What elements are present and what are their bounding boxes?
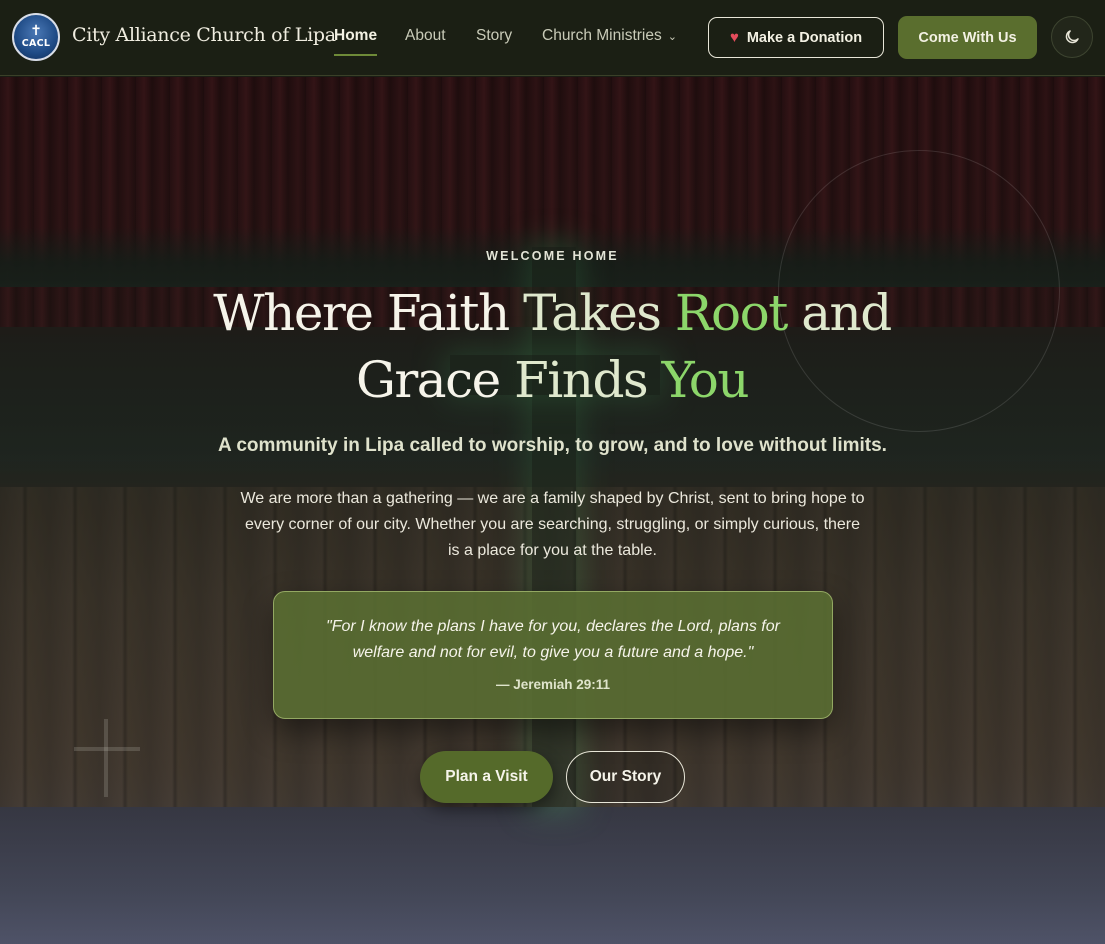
scripture-quote: "For I know the plans I have for you, de… xyxy=(326,618,780,661)
nav-about-label: About xyxy=(405,27,446,44)
headline-accent: You xyxy=(661,351,750,409)
theme-toggle-button[interactable] xyxy=(1051,16,1093,58)
headline-part: and xyxy=(786,284,892,342)
nav-about[interactable]: About xyxy=(405,27,446,45)
nav-church-ministries-label: Church Ministries xyxy=(542,27,662,44)
hero-body-text: We are more than a gathering — we are a … xyxy=(240,490,865,559)
logo-abbreviation: CACL xyxy=(21,37,51,49)
scripture-reference: — Jeremiah 29:11 xyxy=(495,677,611,692)
come-with-us-button[interactable]: Come With Us xyxy=(898,16,1037,59)
church-logo[interactable]: ✝ CACL xyxy=(12,13,60,61)
chevron-down-icon: ⌄ xyxy=(667,31,677,43)
brand-name[interactable]: City Alliance Church of Lipa xyxy=(72,24,336,46)
scripture-card: "For I know the plans I have for you, de… xyxy=(273,591,833,719)
donate-button-label: Make a Donation xyxy=(746,29,863,46)
plan-a-visit-button[interactable]: Plan a Visit xyxy=(420,751,553,803)
our-story-label: Our Story xyxy=(589,768,662,785)
nav-church-ministries[interactable]: Church Ministries ⌄ xyxy=(542,27,677,45)
nav-story[interactable]: Story xyxy=(476,27,512,45)
heart-icon: ♥ xyxy=(729,29,739,46)
headline-part: Takes xyxy=(523,284,675,342)
hero-subtitle: A community in Lipa called to worship, t… xyxy=(218,435,887,456)
our-story-button[interactable]: Our Story xyxy=(566,751,685,803)
site-header: ✝ CACL City Alliance Church of Lipa Home… xyxy=(0,0,1105,76)
nav-home[interactable]: Home xyxy=(334,27,378,56)
cross-icon: ✝ xyxy=(30,22,42,39)
headline-part: Where Faith xyxy=(213,284,524,342)
hero-headline: Where Faith Takes Root and Grace Finds Y… xyxy=(152,280,952,414)
nav-home-label: Home xyxy=(334,27,378,44)
nav-story-label: Story xyxy=(476,27,513,44)
moon-icon xyxy=(1065,30,1079,44)
decorative-cross-icon xyxy=(104,719,108,797)
hero-eyebrow: WELCOME HOME xyxy=(486,249,619,263)
plan-a-visit-label: Plan a Visit xyxy=(445,768,528,785)
decorative-cross-bar xyxy=(74,747,140,751)
come-with-us-label: Come With Us xyxy=(918,29,1017,46)
headline-accent: Root xyxy=(674,284,788,342)
headline-part: Finds xyxy=(514,351,662,409)
donate-button[interactable]: ♥ Make a Donation xyxy=(708,17,884,58)
headline-part: Grace xyxy=(355,351,515,409)
